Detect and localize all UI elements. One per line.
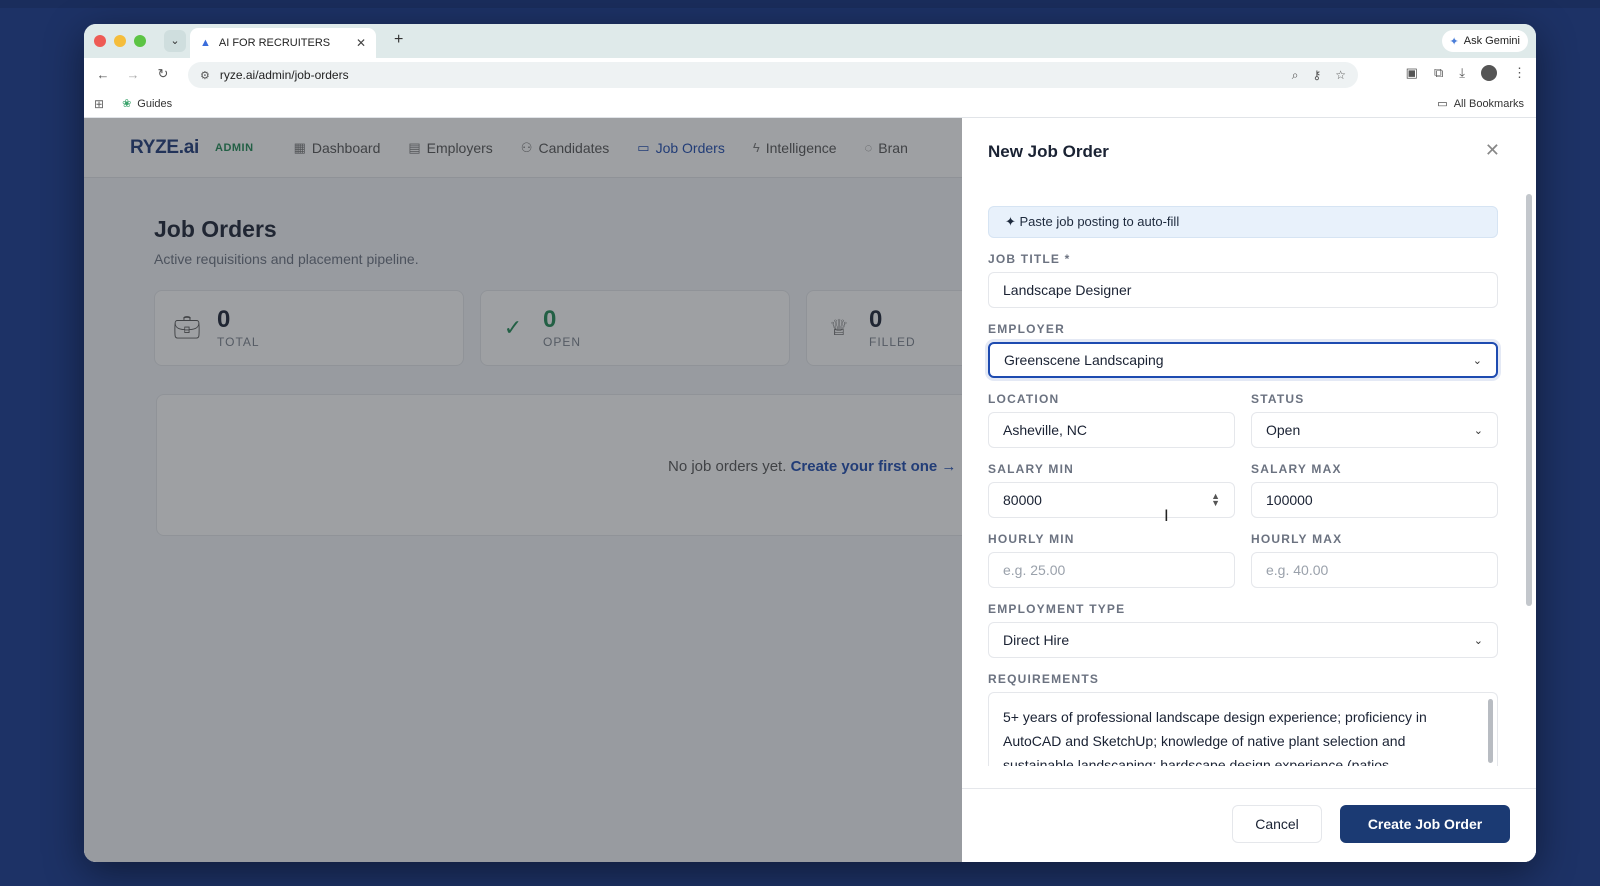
- employment-type-select[interactable]: Direct Hire ⌄: [988, 622, 1498, 658]
- extension-icon[interactable]: ▣: [1406, 65, 1418, 81]
- new-tab-button[interactable]: +: [394, 31, 403, 49]
- browser-tab[interactable]: ▲ AI FOR RECRUITERS ✕: [190, 28, 376, 58]
- job-title-input[interactable]: Landscape Designer: [988, 272, 1498, 308]
- bookmark-guides[interactable]: ❀ Guides: [122, 97, 173, 111]
- maximize-window-button[interactable]: [134, 35, 146, 47]
- forward-arrow-icon[interactable]: →: [118, 67, 148, 82]
- all-bookmarks-label: All Bookmarks: [1453, 97, 1524, 110]
- employment-type-label: EMPLOYMENT TYPE: [988, 602, 1126, 616]
- close-icon[interactable]: ✕: [1485, 140, 1500, 161]
- tab-title: AI FOR RECRUITERS: [218, 37, 331, 49]
- salary-min-label: SALARY MIN: [988, 462, 1075, 476]
- requirements-label: REQUIREMENTS: [988, 672, 1100, 686]
- hourly-max-input[interactable]: e.g. 40.00: [1251, 552, 1498, 588]
- close-window-button[interactable]: [94, 35, 106, 47]
- number-stepper-icon[interactable]: ▲ ▼: [1211, 492, 1220, 508]
- address-bar[interactable]: ⚙ ryze.ai/admin/job-orders ⌕ ⚷ ☆: [188, 62, 1358, 88]
- location-label: LOCATION: [988, 392, 1060, 406]
- hourly-min-label: HOURLY MIN: [988, 532, 1075, 546]
- panel-footer: Cancel Create Job Order: [962, 788, 1536, 862]
- hourly-max-label: HOURLY MAX: [1251, 532, 1343, 546]
- bookmarks-bar: ⊞ ❀ Guides ▭ All Bookmarks: [84, 90, 1536, 118]
- tab-search-chevron-icon[interactable]: ⌄: [164, 30, 186, 52]
- zoom-icon[interactable]: ⌕: [1292, 68, 1299, 83]
- requirements-line: AutoCAD and SketchUp; knowledge of nativ…: [1003, 733, 1406, 749]
- ask-gemini-button[interactable]: ✦ Ask Gemini: [1441, 30, 1528, 52]
- browser-window: ⌄ ▲ AI FOR RECRUITERS ✕ + ✦ Ask Gemini ←…: [84, 24, 1536, 862]
- requirements-textarea[interactable]: 5+ years of professional landscape desig…: [988, 692, 1498, 766]
- cancel-button[interactable]: Cancel: [1232, 805, 1322, 843]
- salary-max-label: SALARY MAX: [1251, 462, 1342, 476]
- gemini-sparkle-icon: ✦: [1449, 35, 1459, 48]
- status-select[interactable]: Open ⌄: [1251, 412, 1498, 448]
- favicon-icon: ▲: [200, 37, 211, 49]
- browser-toolbar: ← → ↻ ⚙ ryze.ai/admin/job-orders ⌕ ⚷ ☆ ▣…: [84, 58, 1536, 90]
- autofill-button[interactable]: ✦ Paste job posting to auto-fill: [988, 206, 1498, 238]
- extensions-puzzle-icon[interactable]: ⧉: [1434, 65, 1443, 81]
- textarea-scrollbar[interactable]: [1488, 699, 1493, 763]
- folder-icon: ▭: [1437, 98, 1448, 110]
- text-cursor-icon: I: [1164, 506, 1169, 525]
- back-arrow-icon[interactable]: ←: [88, 67, 118, 82]
- salary-max-input[interactable]: 100000: [1251, 482, 1498, 518]
- all-bookmarks-button[interactable]: ▭ All Bookmarks: [1437, 97, 1524, 111]
- bookmark-guides-label: Guides: [137, 97, 173, 110]
- tab-close-icon[interactable]: ✕: [356, 36, 366, 50]
- minimize-window-button[interactable]: [114, 35, 126, 47]
- mac-menu-bar: [0, 0, 1600, 8]
- requirements-line: sustainable landscaping; hardscape desig…: [1003, 757, 1393, 766]
- requirements-line: 5+ years of professional landscape desig…: [1003, 709, 1427, 725]
- employer-select[interactable]: Greenscene Landscaping ⌄: [988, 342, 1498, 378]
- download-icon[interactable]: ⤓: [1459, 65, 1465, 81]
- hourly-min-input[interactable]: e.g. 25.00: [988, 552, 1235, 588]
- salary-min-input[interactable]: 80000 ▲ ▼: [988, 482, 1235, 518]
- job-order-form: ✦ Paste job posting to auto-fill JOB TIT…: [988, 206, 1498, 766]
- bookmark-star-icon[interactable]: ☆: [1335, 68, 1346, 83]
- create-job-order-button[interactable]: Create Job Order: [1340, 805, 1510, 843]
- profile-avatar-icon[interactable]: [1481, 65, 1497, 81]
- panel-scrollbar[interactable]: [1526, 194, 1532, 606]
- status-label: STATUS: [1251, 392, 1305, 406]
- url-text: ryze.ai/admin/job-orders: [219, 68, 349, 82]
- app-viewport: RYZE.ai ADMIN ▦ Dashboard ▤ Employers ⚇ Can…: [84, 118, 1536, 862]
- guides-icon: ❀: [122, 98, 132, 110]
- chevron-down-icon: ⌄: [1473, 424, 1483, 437]
- chevron-down-icon: ⌄: [1472, 354, 1482, 367]
- ask-gemini-label: Ask Gemini: [1463, 35, 1520, 47]
- site-settings-icon[interactable]: ⚙: [200, 69, 210, 82]
- location-input[interactable]: Asheville, NC: [988, 412, 1235, 448]
- apps-grid-icon[interactable]: ⊞: [94, 97, 104, 111]
- more-menu-icon[interactable]: ⋮: [1513, 65, 1526, 81]
- employer-label: EMPLOYER: [988, 322, 1065, 336]
- panel-title: New Job Order: [988, 142, 1109, 161]
- tab-bar: ⌄ ▲ AI FOR RECRUITERS ✕ + ✦ Ask Gemini: [84, 24, 1536, 58]
- job-title-label: JOB TITLE *: [988, 252, 1071, 266]
- new-job-order-panel: New Job Order ✕ ✦ Paste job posting to a…: [962, 118, 1536, 862]
- chevron-down-icon: ⌄: [1473, 634, 1483, 647]
- password-key-icon[interactable]: ⚷: [1312, 68, 1321, 83]
- reload-icon[interactable]: ↻: [148, 66, 178, 82]
